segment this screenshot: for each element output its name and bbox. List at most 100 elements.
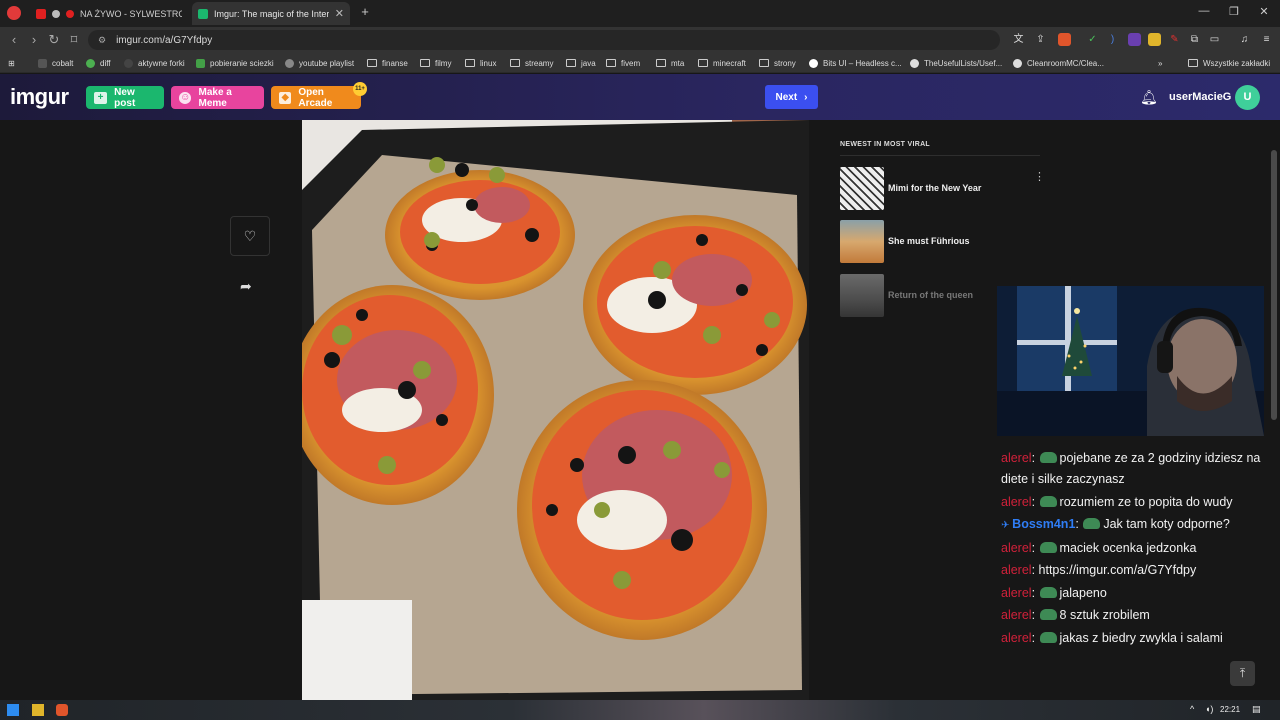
- back-icon[interactable]: ‹: [6, 32, 22, 47]
- check-extension-icon[interactable]: ✓: [1086, 33, 1099, 46]
- folder-icon: [698, 59, 708, 67]
- close-window-button[interactable]: ✕: [1254, 5, 1274, 18]
- post-image[interactable]: [302, 120, 809, 700]
- translate-icon[interactable]: 文: [1012, 33, 1025, 46]
- chat-message: ✈ Bossm4n1: Jak tam koty odporne?: [1001, 514, 1261, 536]
- maximize-button[interactable]: ❐: [1224, 5, 1244, 18]
- volume-icon[interactable]: ◖): [1205, 704, 1217, 716]
- bookmark-item[interactable]: CleanroomMC/Clea...: [1013, 56, 1104, 70]
- sidebar-icon[interactable]: ▭: [1208, 33, 1221, 46]
- bookmark-item[interactable]: pobieranie sciezki: [196, 56, 274, 70]
- tab-imgur[interactable]: Imgur: The magic of the Internet ✕: [192, 2, 350, 25]
- viral-item[interactable]: She must Führious: [840, 219, 1040, 263]
- menu-icon[interactable]: ≡: [1260, 33, 1273, 46]
- all-bookmarks-folder[interactable]: Wszystkie zakładki: [1188, 56, 1270, 70]
- minimize-button[interactable]: —: [1194, 5, 1214, 17]
- bookmark-folder[interactable]: minecraft: [698, 56, 746, 70]
- chat-username[interactable]: alerel: [1001, 631, 1032, 645]
- bookmark-folder[interactable]: streamy: [510, 56, 553, 70]
- chat-username[interactable]: alerel: [1001, 563, 1032, 577]
- fork-icon: [124, 58, 133, 68]
- media-icon[interactable]: ♫: [1238, 33, 1251, 46]
- viral-item[interactable]: Mimi for the New Year: [840, 166, 1040, 210]
- folder-icon: [420, 59, 430, 67]
- extension-badge-icon[interactable]: [1128, 33, 1141, 46]
- new-post-button[interactable]: + New post: [86, 86, 164, 109]
- scroll-to-top-button[interactable]: ⤒: [1230, 661, 1255, 686]
- next-button[interactable]: Next ›: [765, 85, 818, 109]
- chat-username[interactable]: alerel: [1001, 608, 1032, 622]
- site-settings-icon[interactable]: ⚙: [98, 35, 106, 46]
- folder-icon: [465, 59, 475, 67]
- chat-username[interactable]: alerel: [1001, 495, 1032, 509]
- bookmark-folder[interactable]: linux: [465, 56, 496, 70]
- brave-shield-icon[interactable]: [1058, 33, 1071, 46]
- bookmark-item[interactable]: Bits UI – Headless c...: [809, 56, 902, 70]
- browser-menu-icon[interactable]: [7, 6, 21, 20]
- brave-browser-icon[interactable]: [56, 704, 68, 716]
- bookmark-item[interactable]: TheUsefulLists/Usef...: [910, 56, 1002, 70]
- reload-icon[interactable]: ↻: [46, 32, 62, 48]
- avatar[interactable]: U: [1235, 85, 1260, 110]
- cobalt-icon: [38, 58, 47, 68]
- start-icon[interactable]: [7, 704, 19, 716]
- bookmark-folder[interactable]: fivem: [606, 56, 640, 70]
- tab-stream[interactable]: NA ŻYWO - SYLWESTROWE: [30, 2, 188, 25]
- url-bar[interactable]: ⚙ imgur.com/a/G7Yfdpy: [88, 30, 1000, 50]
- more-bookmarks-icon[interactable]: »: [1158, 56, 1162, 70]
- close-icon[interactable]: ✕: [335, 7, 344, 20]
- chat-username[interactable]: Bossm4n1: [1012, 517, 1075, 531]
- folder-icon: [1188, 59, 1198, 67]
- chat-separator: :: [1031, 585, 1039, 600]
- share-button[interactable]: ➦: [240, 278, 252, 295]
- bookmark-item[interactable]: cobalt: [38, 56, 73, 70]
- like-button[interactable]: ♡: [230, 216, 270, 256]
- bits-ui-icon: [809, 58, 818, 68]
- chat-username[interactable]: alerel: [1001, 586, 1032, 600]
- extensions-icon[interactable]: ⧉: [1188, 33, 1201, 46]
- viral-thumbnail: [840, 273, 884, 317]
- chat-username[interactable]: alerel: [1001, 451, 1032, 465]
- bookmark-folder[interactable]: mta: [656, 56, 684, 70]
- chat-separator: :: [1031, 540, 1039, 555]
- tab-label: Imgur: The magic of the Internet: [214, 8, 329, 19]
- imgur-header: imgur + New post ☺ Make a Meme ◆ Open Ar…: [0, 74, 1280, 120]
- bookmark-folder[interactable]: strony: [759, 56, 796, 70]
- tray-chevron-icon[interactable]: ^: [1190, 704, 1202, 716]
- bookmark-folder[interactable]: java: [566, 56, 596, 70]
- file-explorer-icon[interactable]: [32, 704, 44, 716]
- badge-icon: ✈: [1001, 520, 1013, 531]
- chat-text: rozumiem ze to popita do wudy: [1059, 494, 1233, 509]
- share-icon[interactable]: ⇪: [1034, 33, 1047, 46]
- address-toolbar: ‹ › ↻ ⌑ ⚙ imgur.com/a/G7Yfdpy 文 ⇪ ✓ ) ✎ …: [0, 27, 1280, 53]
- bookmark-item[interactable]: youtube playlist: [285, 56, 354, 70]
- github-icon: [1013, 58, 1022, 68]
- bookmark-icon[interactable]: ⌑: [66, 32, 82, 48]
- chat-message: alerel: https://imgur.com/a/G7Yfdpy: [1001, 560, 1261, 581]
- webcam-feed: [997, 286, 1264, 436]
- page-scrollbar[interactable]: [1271, 150, 1277, 420]
- chevron-right-icon: ›: [804, 91, 808, 103]
- bookmark-item[interactable]: aktywne forki: [124, 56, 185, 70]
- notification-bell-icon[interactable]: 🔔︎: [1140, 89, 1158, 106]
- apps-icon[interactable]: ⊞: [8, 56, 15, 70]
- globe-icon: [285, 58, 294, 68]
- chat-username[interactable]: alerel: [1001, 541, 1032, 555]
- bookmark-folder[interactable]: finanse: [367, 56, 408, 70]
- chat-separator: :: [1075, 517, 1083, 531]
- username[interactable]: userMacieG: [1169, 91, 1231, 103]
- wave-extension-icon[interactable]: ): [1106, 33, 1119, 46]
- imgur-logo[interactable]: imgur: [10, 84, 69, 110]
- forward-icon[interactable]: ›: [26, 32, 42, 47]
- pen-extension-icon[interactable]: ✎: [1168, 33, 1181, 46]
- notifications-icon[interactable]: ▤: [1252, 704, 1264, 716]
- make-meme-button[interactable]: ☺ Make a Meme: [171, 86, 264, 109]
- bookmark-item[interactable]: diff: [86, 56, 111, 70]
- folder-extension-icon[interactable]: [1148, 33, 1161, 46]
- chat-text: jakas z biedry zwykla i salami: [1059, 630, 1223, 645]
- open-arcade-button[interactable]: ◆ Open Arcade: [271, 86, 361, 109]
- diff-icon: [86, 58, 95, 68]
- frog-emote-icon: [1083, 518, 1101, 529]
- bookmark-folder[interactable]: filmy: [420, 56, 451, 70]
- new-tab-button[interactable]: +: [355, 4, 375, 19]
